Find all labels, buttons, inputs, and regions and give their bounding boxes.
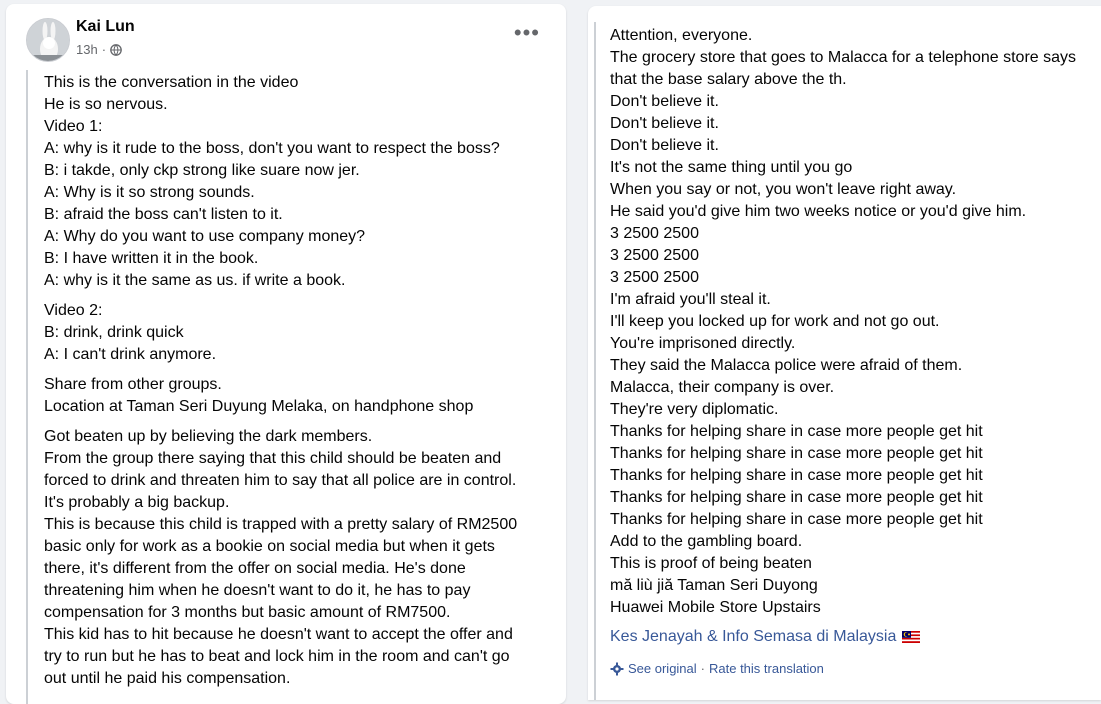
malaysia-flag-icon	[902, 631, 921, 643]
post-text-line: Don't believe it.	[610, 93, 719, 110]
post-text-line: Got beaten up by believing the dark memb…	[44, 428, 373, 445]
post-text-line: The grocery store that goes to Malacca f…	[610, 49, 1077, 66]
post-text-line: Share from other groups.	[44, 376, 222, 393]
post-text-line: I'm afraid you'll steal it.	[610, 291, 771, 308]
post-text-line: B: drink, drink quick	[44, 324, 184, 341]
post-text-line: Thanks for helping share in case more pe…	[610, 445, 983, 462]
post-text-line: Video 1:	[44, 118, 103, 135]
post-text-line: that the base salary above the th.	[610, 71, 847, 88]
post-text-line: They're very diplomatic.	[610, 401, 779, 418]
post-paragraph: This is the conversation in the video He …	[44, 72, 554, 292]
post-text-line: basic only for work as a bookie on socia…	[44, 538, 495, 555]
post-paragraph: Got beaten up by believing the dark memb…	[44, 426, 554, 690]
post-text-line: Huawei Mobile Store Upstairs	[610, 599, 821, 616]
more-options-icon[interactable]: •••	[514, 22, 540, 44]
post-text-line: 3 2500 2500	[610, 269, 699, 286]
post-card-left: Kai Lun 13h · ••• This is the conversati…	[6, 4, 566, 704]
post-text-line: A: Why do you want to use company money?	[44, 228, 366, 245]
avatar[interactable]	[26, 18, 70, 62]
post-text-line: It's probably a big backup.	[44, 494, 230, 511]
post-text-line: there, it's different from the offer on …	[44, 560, 466, 577]
post-text-line: Add to the gambling board.	[610, 533, 803, 550]
post-text-line: Thanks for helping share in case more pe…	[610, 423, 983, 440]
post-time[interactable]: 13h	[76, 42, 98, 57]
post-text-line: From the group there saying that this ch…	[44, 450, 502, 467]
post-text-line: When you say or not, you won't leave rig…	[610, 181, 957, 198]
post-text-line: Don't believe it.	[610, 137, 719, 154]
post-text-line: A: Why is it so strong sounds.	[44, 184, 255, 201]
post-text-line: A: why is it the same as us. if write a …	[44, 272, 346, 289]
post-text-line: B: i takde, only ckp strong like suare n…	[44, 162, 360, 179]
quote-rule	[594, 22, 596, 700]
avatar-image	[27, 19, 69, 61]
post-text-line: Thanks for helping share in case more pe…	[610, 489, 983, 506]
post-text-line: It's not the same thing until you go	[610, 159, 853, 176]
post-paragraph: Video 2: B: drink, drink quick A: I can't …	[44, 300, 554, 366]
post-text-line: A: why is it rude to the boss, don't you…	[44, 140, 500, 157]
post-meta: 13h ·	[76, 42, 122, 57]
post-paragraph: Share from other groups. Location at Tama…	[44, 374, 554, 418]
post-text-line: They said the Malacca police were afraid…	[610, 357, 963, 374]
post-text-line: try to run but he has to beat and lock h…	[44, 648, 510, 665]
post-body-right: Attention, everyone. The grocery store th…	[610, 25, 1101, 619]
group-name[interactable]: Kes Jenayah & Info Semasa di Malaysia	[610, 628, 896, 646]
post-text-line: Thanks for helping share in case more pe…	[610, 467, 983, 484]
see-original-link[interactable]: See original	[628, 661, 697, 676]
post-text-line: This is proof of being beaten	[610, 555, 812, 572]
group-link[interactable]: Kes Jenayah & Info Semasa di Malaysia	[610, 628, 921, 646]
post-text-line: You're imprisoned directly.	[610, 335, 796, 352]
post-text-line: Video 2:	[44, 302, 103, 319]
post-text-line: threatening him when he doesn't want to …	[44, 582, 471, 599]
post-text-line: 3 2500 2500	[610, 225, 699, 242]
post-text-line: Location at Taman Seri Duyung Melaka, on…	[44, 398, 474, 415]
post-text-line: A: I can't drink anymore.	[44, 346, 217, 363]
separator: ·	[700, 661, 705, 676]
settings-gear-icon[interactable]	[610, 662, 624, 676]
post-text-line: out until he paid his compensation.	[44, 670, 291, 687]
post-text-line: Don't believe it.	[610, 115, 719, 132]
post-text-line: This kid has to hit because he doesn't w…	[44, 626, 513, 643]
post-text-line: Thanks for helping share in case more pe…	[610, 511, 983, 528]
post-text-line: compensation for 3 months but basic amou…	[44, 604, 451, 621]
post-text-line: Malacca, their company is over.	[610, 379, 835, 396]
post-text-line: B: afraid the boss can't listen to it.	[44, 206, 283, 223]
translation-row: See original · Rate this translation	[610, 661, 824, 676]
post-card-right: Attention, everyone. The grocery store th…	[588, 6, 1101, 700]
post-body-left: This is the conversation in the video He …	[44, 72, 554, 698]
post-text-line: He said you'd give him two weeks notice …	[610, 203, 1027, 220]
post-text-line: 3 2500 2500	[610, 247, 699, 264]
post-text-line: I'll keep you locked up for work and not…	[610, 313, 940, 330]
rate-translation-link[interactable]: Rate this translation	[709, 661, 824, 676]
post-text-line: This is the conversation in the video	[44, 74, 299, 91]
post-text-line: This is because this child is trapped wi…	[44, 516, 518, 533]
post-text-line: He is so nervous.	[44, 96, 168, 113]
post-text-line: B: I have written it in the book.	[44, 250, 259, 267]
post-text-line: forced to drink and threaten him to say …	[44, 472, 517, 489]
post-text-line: mă liù jiă Taman Seri Duyong	[610, 577, 818, 594]
globe-icon	[110, 43, 122, 56]
quote-rule	[26, 70, 28, 704]
author-name[interactable]: Kai Lun	[76, 18, 135, 36]
post-text-line: Attention, everyone.	[610, 27, 753, 44]
